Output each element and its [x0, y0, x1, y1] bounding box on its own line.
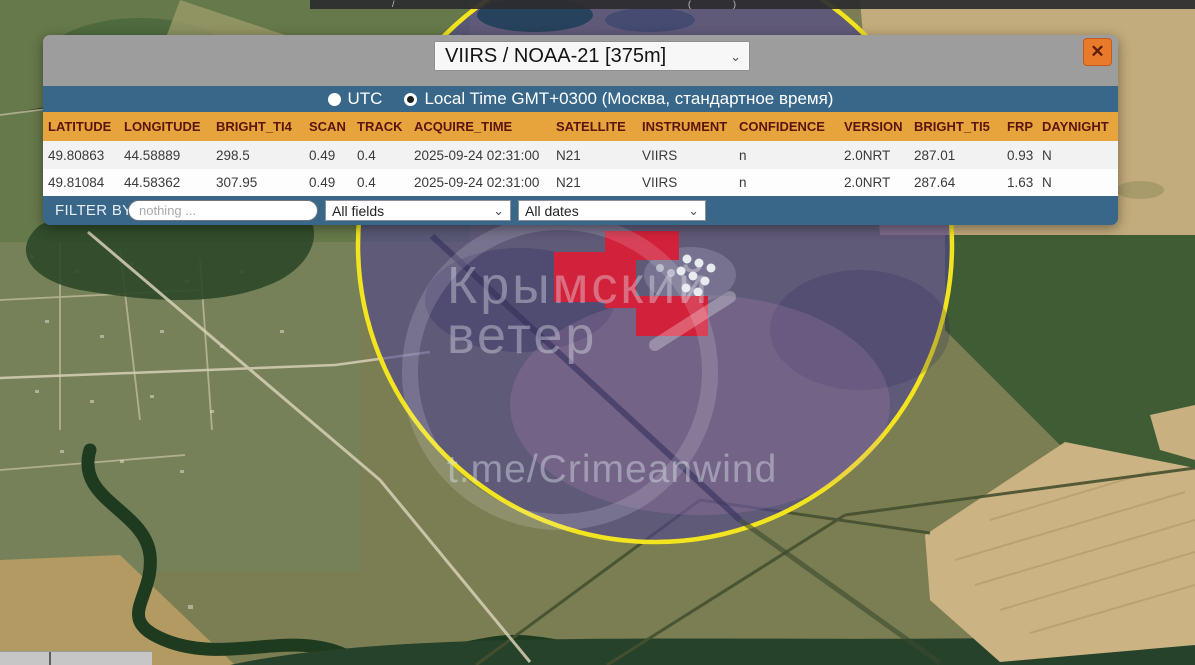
- watermark-text-2: ветер: [447, 307, 597, 365]
- utc-radio[interactable]: [328, 93, 341, 106]
- time-toggle-row: UTC Local Time GMT+0300 (Москва, стандар…: [43, 86, 1118, 112]
- col-acquire-time: ACQUIRE_TIME: [409, 112, 551, 141]
- col-track: TRACK: [352, 112, 409, 141]
- utc-radio-label: UTC: [348, 89, 383, 109]
- col-latitude: LATITUDE: [43, 112, 119, 141]
- col-bright-ti4: BRIGHT_TI4: [211, 112, 304, 141]
- watermark-url: t.me/Crimeanwind: [447, 448, 777, 491]
- filter-fields-select[interactable]: All fields ⌄: [325, 200, 511, 221]
- col-instrument: INSTRUMENT: [637, 112, 734, 141]
- fire-data-table: LATITUDE LONGITUDE BRIGHT_TI4 SCAN TRACK…: [43, 112, 1118, 196]
- partial-text-fragment: /: [392, 0, 395, 9]
- firms-fire-map-view: Крымский ветер t.me/Crimeanwind / ( ) VI…: [0, 0, 1195, 665]
- dataset-select-value: VIIRS / NOAA-21 [375m]: [445, 45, 666, 68]
- filter-input[interactable]: [128, 200, 318, 221]
- chevron-down-icon: ⌄: [688, 204, 699, 217]
- col-scan: SCAN: [304, 112, 352, 141]
- table-row[interactable]: 49.80863 44.58889 298.5 0.49 0.4 2025-09…: [43, 141, 1118, 169]
- fire-data-dialog: VIIRS / NOAA-21 [375m] ⌄ ✕ UTC Local Tim…: [43, 35, 1118, 225]
- chevron-down-icon: ⌄: [730, 50, 741, 63]
- col-version: VERSION: [839, 112, 909, 141]
- table-header-row: LATITUDE LONGITUDE BRIGHT_TI4 SCAN TRACK…: [43, 112, 1118, 141]
- local-time-radio-label: Local Time GMT+0300 (Москва, стандартное…: [424, 89, 833, 109]
- dialog-header: VIIRS / NOAA-21 [375m] ⌄ ✕: [43, 35, 1118, 86]
- partial-dialog-top-edge: / ( ): [310, 0, 1195, 9]
- partial-panel-corner: [0, 651, 152, 665]
- filter-by-label: FILTER BY: [55, 202, 132, 219]
- col-satellite: SATELLITE: [551, 112, 637, 141]
- col-confidence: CONFIDENCE: [734, 112, 839, 141]
- close-button[interactable]: ✕: [1083, 38, 1112, 66]
- table-row[interactable]: 49.81084 44.58362 307.95 0.49 0.4 2025-0…: [43, 169, 1118, 196]
- filter-dates-select[interactable]: All dates ⌄: [518, 200, 706, 221]
- col-frp: FRP: [1002, 112, 1037, 141]
- col-daynight: DAYNIGHT: [1037, 112, 1118, 141]
- partial-text-fragment: (: [688, 0, 691, 9]
- local-time-radio[interactable]: [404, 93, 417, 106]
- chevron-down-icon: ⌄: [493, 204, 504, 217]
- filter-bar: FILTER BY All fields ⌄ All dates ⌄: [43, 196, 1118, 225]
- dataset-select[interactable]: VIIRS / NOAA-21 [375m] ⌄: [434, 41, 750, 71]
- close-icon: ✕: [1090, 42, 1104, 62]
- partial-text-fragment: ): [733, 0, 736, 9]
- col-bright-ti5: BRIGHT_TI5: [909, 112, 1002, 141]
- col-longitude: LONGITUDE: [119, 112, 211, 141]
